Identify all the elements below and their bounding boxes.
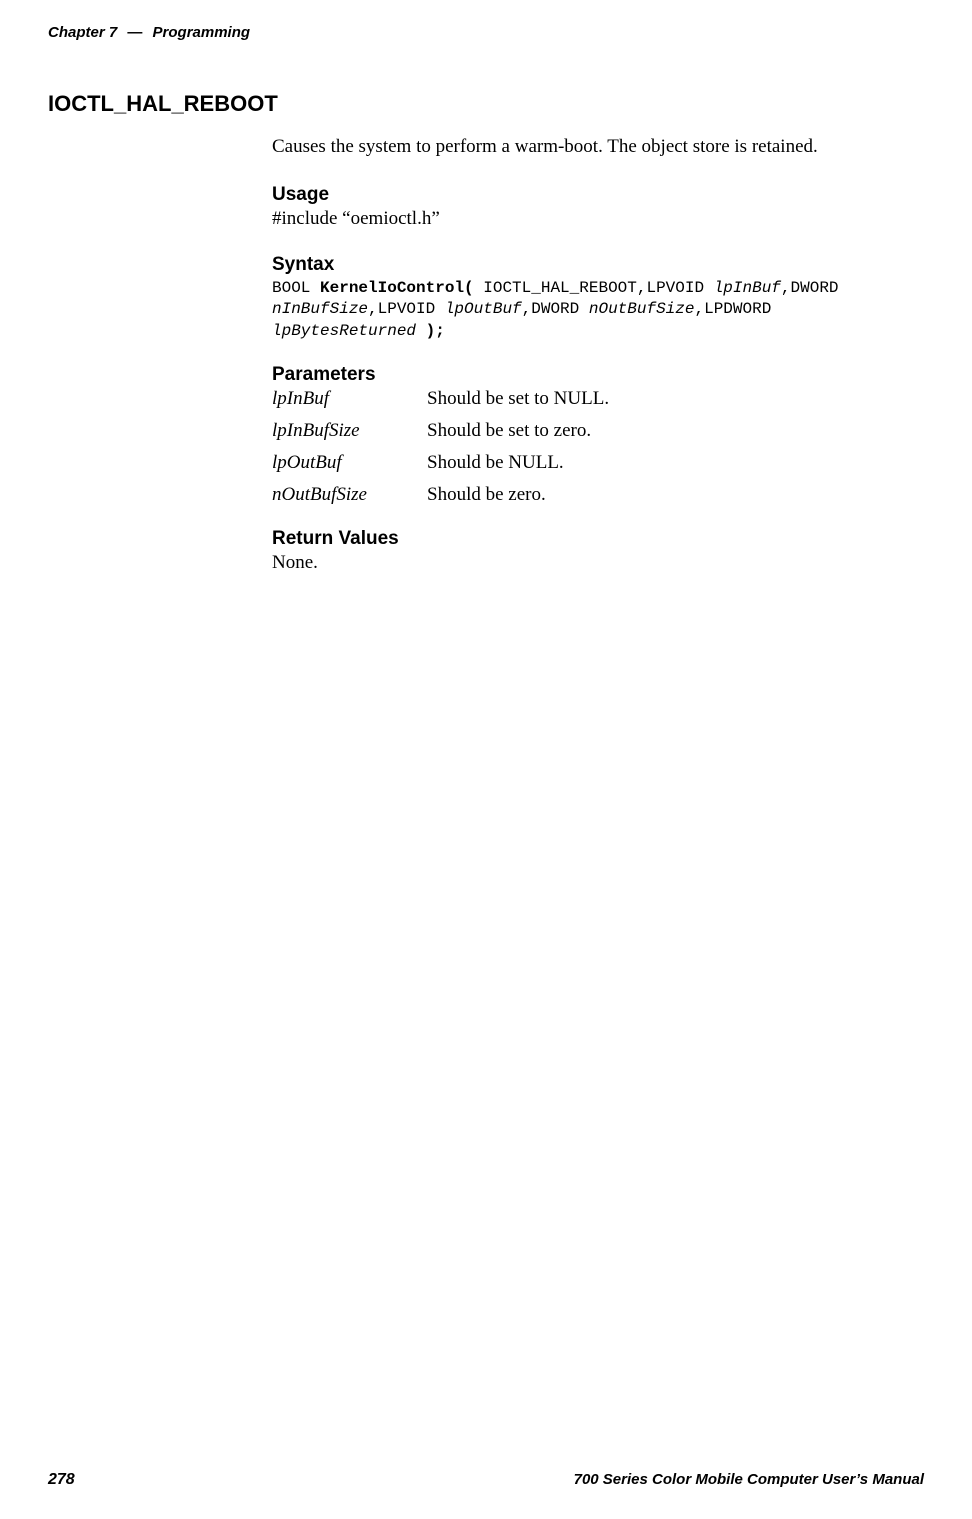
page-header: Chapter 7 — Programming	[48, 24, 924, 41]
param-row: lpOutBuf Should be NULL.	[272, 452, 914, 474]
param-desc: Should be set to zero.	[427, 420, 591, 442]
footer-title: 700 Series Color Mobile Computer User’s …	[574, 1471, 924, 1488]
page-footer: 278 700 Series Color Mobile Computer Use…	[48, 1471, 924, 1489]
section-title: IOCTL_HAL_REBOOT	[48, 91, 924, 117]
parameters-title: Parameters	[272, 364, 914, 386]
usage-block: Usage #include “oemioctl.h”	[272, 184, 914, 230]
usage-title: Usage	[272, 184, 914, 206]
page-container: Chapter 7 — Programming IOCTL_HAL_REBOOT…	[0, 0, 972, 1519]
header-separator: —	[127, 24, 142, 41]
usage-text: #include “oemioctl.h”	[272, 208, 914, 230]
param-name: nOutBufSize	[272, 484, 427, 506]
return-values-title: Return Values	[272, 528, 914, 550]
param-row: lpInBuf Should be set to NULL.	[272, 388, 914, 410]
syntax-code: BOOL KernelIoControl( IOCTL_HAL_REBOOT,L…	[272, 278, 914, 343]
chapter-label: Chapter 7	[48, 24, 117, 41]
header-title: Programming	[153, 24, 251, 41]
return-values-text: None.	[272, 552, 914, 574]
param-desc: Should be NULL.	[427, 452, 564, 474]
syntax-line-1: BOOL KernelIoControl( IOCTL_HAL_REBOOT,L…	[272, 278, 914, 300]
param-row: nOutBufSize Should be zero.	[272, 484, 914, 506]
section-description: Causes the system to perform a warm-boot…	[272, 135, 914, 160]
param-name: lpInBufSize	[272, 420, 427, 442]
content-area: Causes the system to perform a warm-boot…	[272, 135, 914, 574]
param-desc: Should be zero.	[427, 484, 546, 506]
syntax-line-3: lpBytesReturned );	[272, 321, 914, 343]
syntax-block: Syntax BOOL KernelIoControl( IOCTL_HAL_R…	[272, 254, 914, 343]
syntax-title: Syntax	[272, 254, 914, 276]
return-values-block: Return Values None.	[272, 528, 914, 574]
syntax-line-2: nInBufSize,LPVOID lpOutBuf,DWORD nOutBuf…	[272, 299, 914, 321]
parameters-block: Parameters lpInBuf Should be set to NULL…	[272, 364, 914, 506]
param-name: lpOutBuf	[272, 452, 427, 474]
param-row: lpInBufSize Should be set to zero.	[272, 420, 914, 442]
param-desc: Should be set to NULL.	[427, 388, 609, 410]
param-name: lpInBuf	[272, 388, 427, 410]
page-number: 278	[48, 1471, 75, 1489]
